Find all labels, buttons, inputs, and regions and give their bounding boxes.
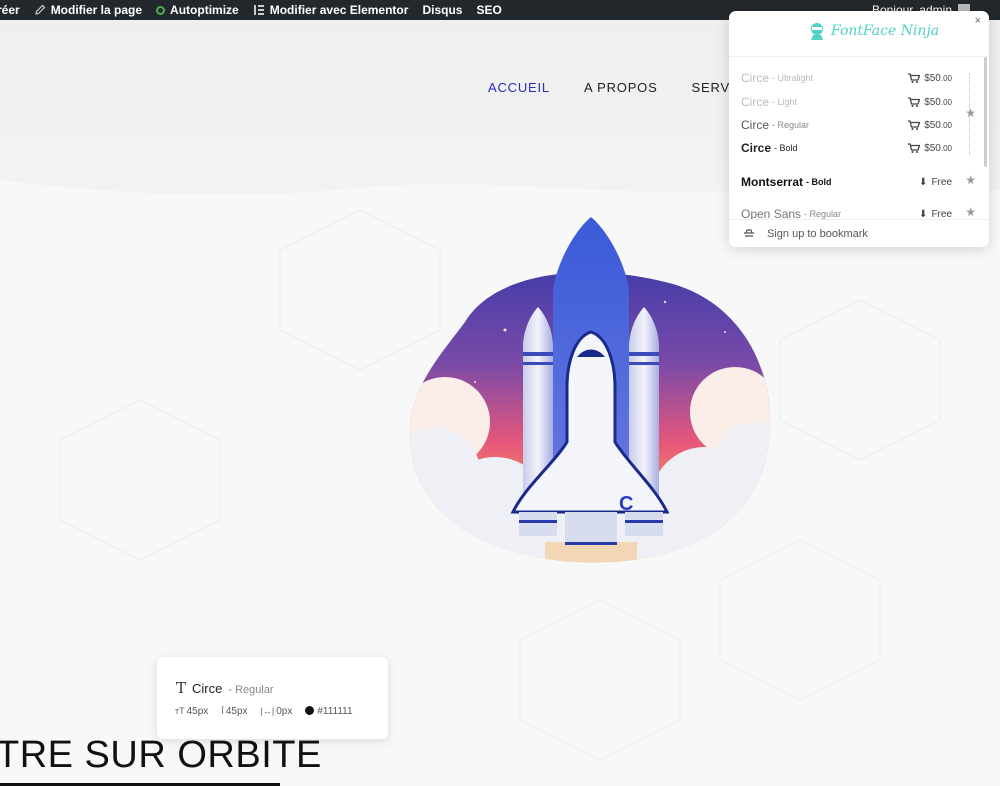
line-height-icon: Ī <box>221 706 224 716</box>
tooltip-font-size: тT 45px <box>175 706 209 717</box>
tooltip-family: Circe <box>192 681 223 696</box>
tooltip-title: T Circe - Regular <box>176 679 274 697</box>
status-ring-icon <box>156 5 166 15</box>
download-icon: ⬇ <box>919 208 928 220</box>
ffn-price[interactable]: $50.00 <box>908 120 952 131</box>
svg-text:C: C <box>619 493 633 515</box>
nav-item-a-propos[interactable]: A PROPOS <box>584 80 658 95</box>
adminbar-edit-page[interactable]: Modifier la page <box>34 0 142 20</box>
tooltip-weight: - Regular <box>228 684 274 696</box>
color-swatch-icon <box>305 706 315 715</box>
ninja-hat-icon <box>744 229 754 237</box>
ffn-price[interactable]: $50.00 <box>908 97 952 108</box>
ffn-footer[interactable]: Sign up to bookmark <box>729 219 989 247</box>
adminbar-seo[interactable]: SEO <box>476 0 501 20</box>
ffn-font-row[interactable]: Circe - Ultralight $50.00 <box>741 69 977 87</box>
ffn-price[interactable]: ⬇ Free <box>919 209 952 220</box>
ffn-price[interactable]: $50.00 <box>908 143 952 154</box>
ffn-price[interactable]: ⬇ Free <box>919 177 952 188</box>
ffn-signup-label: Sign up to bookmark <box>767 228 868 240</box>
typeface-icon: T <box>176 679 187 697</box>
star-icon[interactable]: ★ <box>965 106 976 120</box>
star-icon[interactable]: ★ <box>965 205 976 219</box>
adminbar-disqus[interactable]: Disqus <box>422 0 462 20</box>
font-size-icon: тT <box>175 706 185 716</box>
adminbar-seo-label: SEO <box>476 3 502 17</box>
close-icon[interactable]: × <box>975 15 981 27</box>
tooltip-letter-spacing: |↔| 0px <box>260 706 293 717</box>
fontface-ninja-panel: FontFace Ninja × Circe - Ultralight $50.0… <box>729 11 989 247</box>
adminbar-elementor[interactable]: Modifier avec Elementor <box>253 0 409 20</box>
page-headline: TRE SUR ORBITE <box>0 734 322 776</box>
cart-icon <box>908 120 921 130</box>
ffn-logo: FontFace Ninja <box>807 21 939 41</box>
letter-spacing-icon: |↔| <box>260 706 275 716</box>
adminbar-edit-page-label: Modifier la page <box>50 3 143 17</box>
ffn-logo-text: FontFace Ninja <box>831 23 940 39</box>
download-icon: ⬇ <box>919 176 928 188</box>
adminbar-elementor-label: Modifier avec Elementor <box>269 3 409 17</box>
rocket-illustration: C <box>409 217 771 563</box>
adminbar-autoptimize[interactable]: Autoptimize <box>156 0 239 20</box>
pencil-icon <box>34 4 46 15</box>
adminbar-new-item[interactable]: réer <box>0 0 20 20</box>
ffn-scrollbar[interactable] <box>984 57 987 167</box>
ffn-font-row[interactable]: Circe - Bold $50.00 <box>741 139 977 157</box>
cart-icon <box>908 73 921 83</box>
ffn-header: FontFace Ninja × <box>729 11 989 57</box>
tooltip-color: #111111 <box>305 706 353 717</box>
ninja-icon <box>811 23 823 40</box>
adminbar-autoptimize-label: Autoptimize <box>170 3 239 17</box>
cart-icon <box>908 143 921 153</box>
star-icon[interactable]: ★ <box>965 173 976 187</box>
tooltip-metrics: тT 45px Ī 45px |↔| 0px #111111 <box>175 706 353 717</box>
nav-item-accueil[interactable]: ACCUEIL <box>488 80 550 95</box>
adminbar-new-label: réer <box>0 3 20 17</box>
ffn-font-row[interactable]: Circe - Light $50.00 <box>741 93 977 111</box>
ffn-font-row[interactable]: Montserrat - Bold ⬇ Free <box>741 173 977 191</box>
main-nav: ACCUEIL A PROPOS SERVICES <box>488 80 763 95</box>
elementor-icon <box>253 5 264 15</box>
ffn-font-row[interactable]: Circe - Regular $50.00 <box>741 116 977 134</box>
font-tooltip: T Circe - Regular тT 45px Ī 45px |↔| 0px #1… <box>157 657 388 739</box>
tooltip-line-height: Ī 45px <box>221 706 248 717</box>
adminbar-disqus-label: Disqus <box>422 3 463 17</box>
ffn-price[interactable]: $50.00 <box>908 73 952 84</box>
cart-icon <box>908 97 921 107</box>
